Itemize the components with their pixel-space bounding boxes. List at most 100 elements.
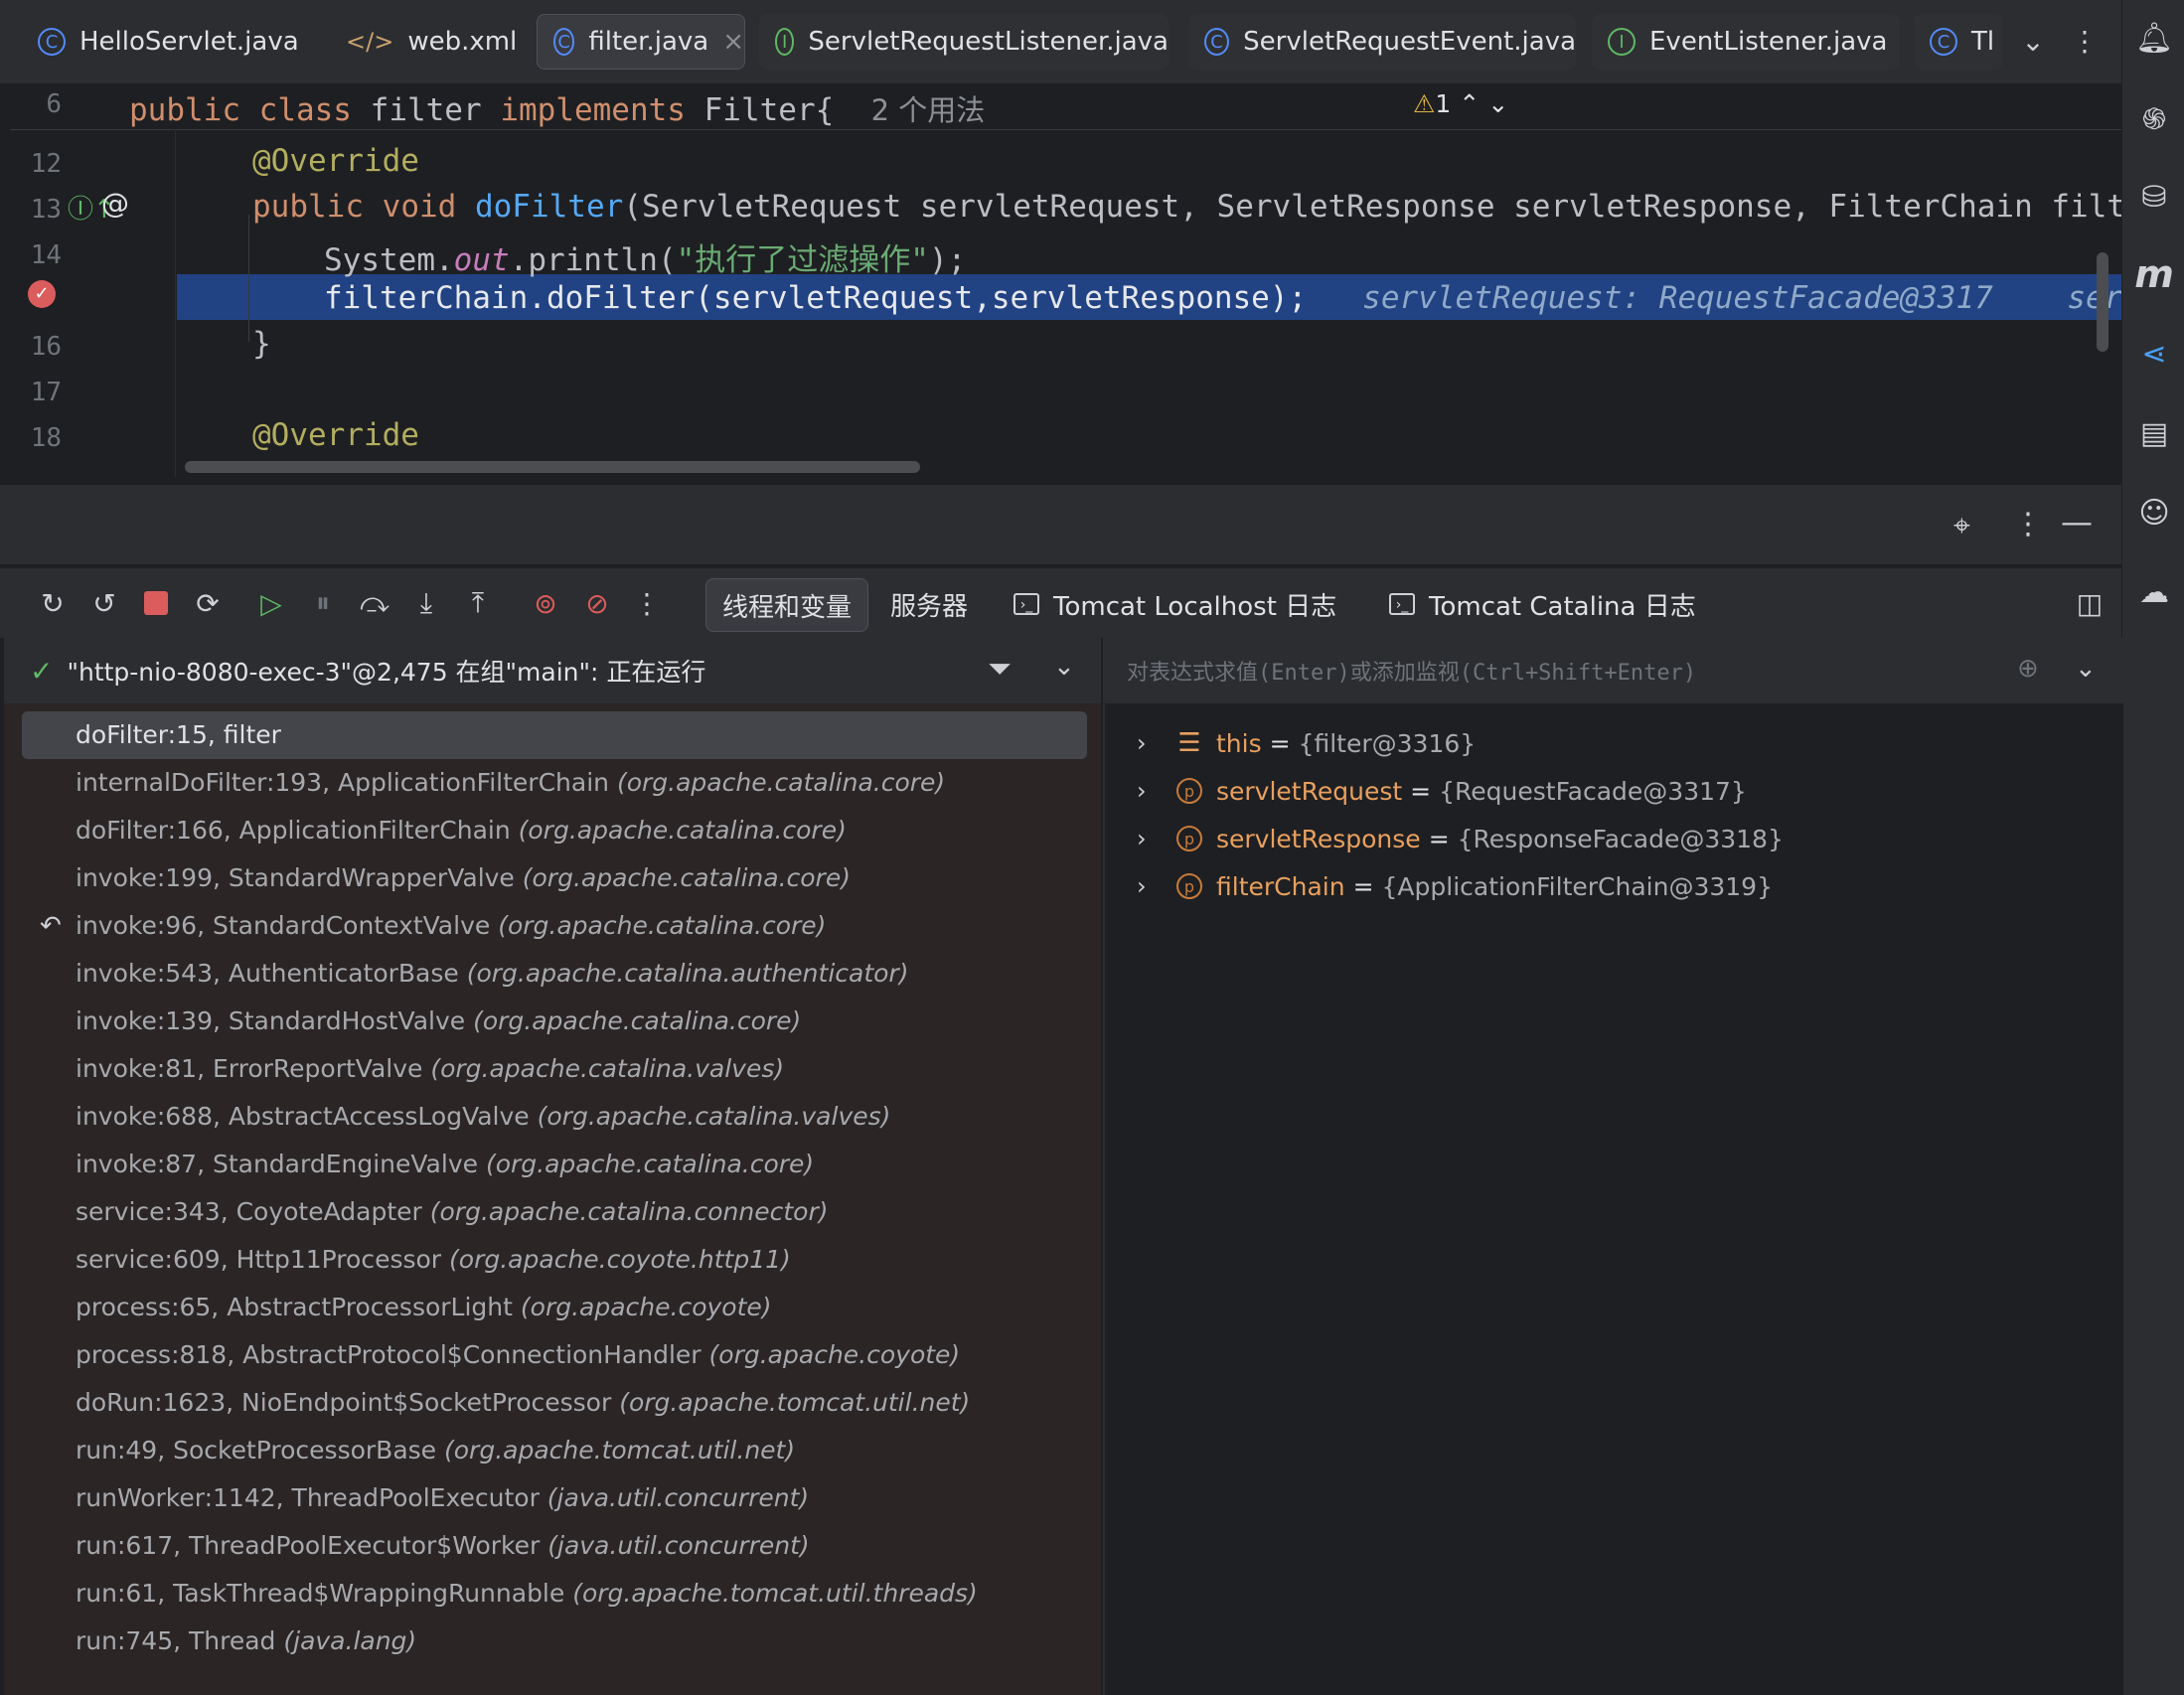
stack-frame[interactable]: invoke:87, StandardEngineValve (org.apac… (4, 1141, 1101, 1188)
stop-icon[interactable] (135, 582, 177, 624)
stack-frame[interactable]: run:745, Thread (java.lang) (4, 1618, 1101, 1665)
cloud-icon[interactable]: ☁ (2132, 570, 2176, 614)
close-icon[interactable]: × (722, 27, 744, 57)
variable-value: {ApplicationFilterChain@3319} (1381, 871, 1773, 901)
frame-package: (java.util.concurrent) (539, 1483, 810, 1512)
debug-tab[interactable]: ›_ Tomcat Catalina 日志 (1373, 578, 1712, 630)
debug-tab-label: Tomcat Catalina 日志 (1429, 591, 1696, 622)
stack-frame[interactable]: run:61, TaskThread$WrappingRunnable (org… (4, 1570, 1101, 1618)
variable-row[interactable]: › ☰ this = {filter@3316} (1137, 719, 1476, 767)
stack-frame[interactable]: process:818, AbstractProtocol$Connection… (4, 1331, 1101, 1379)
add-watch-icon[interactable]: ⊕ (2017, 654, 2039, 684)
variable-row[interactable]: › p filterChain = {ApplicationFilterChain@33… (1137, 862, 1773, 910)
editor-tab[interactable]: C ServletRequestEvent.java (1188, 14, 1576, 70)
stack-frame[interactable]: run:617, ThreadPoolExecutor$Worker (java… (4, 1522, 1101, 1570)
minimize-icon[interactable]: — (2061, 503, 2093, 540)
editor-tab[interactable]: I ServletRequestListener.java (759, 14, 1169, 70)
expand-chevron-icon[interactable]: › (1137, 777, 1176, 805)
evaluate-expression-field[interactable]: 对表达式求值(Enter)或添加监视(Ctrl+Shift+Enter) ⊕ ⌄ (1105, 638, 2123, 703)
stack-frame[interactable]: process:65, AbstractProcessorLight (org.… (4, 1284, 1101, 1331)
share-icon[interactable]: ⋖ (2132, 332, 2176, 376)
editor-tab[interactable]: </> web.xml (330, 14, 519, 70)
copilot-icon[interactable]: ☺ (2132, 491, 2176, 535)
usages-hint[interactable]: 2 个用法 (871, 93, 986, 127)
mute-breakpoints-icon[interactable]: ⊘ (576, 582, 618, 624)
stack-frame[interactable]: runWorker:1142, ThreadPoolExecutor (java… (4, 1474, 1101, 1522)
editor-tab[interactable]: Cfilter.java × (537, 14, 745, 70)
editor-tab-label: EventListener.java (1649, 27, 1888, 57)
frame-package: (org.apache.catalina.valves) (529, 1102, 891, 1131)
variable-value: {ResponseFacade@3318} (1457, 824, 1784, 853)
frame-method: invoke:81, ErrorReportValve (76, 1054, 423, 1083)
layout-icon[interactable]: ◫ (2069, 582, 2110, 624)
resume-icon[interactable]: ▷ (250, 582, 292, 624)
stack-frame[interactable]: invoke:139, StandardHostValve (org.apach… (4, 998, 1101, 1045)
structure-icon[interactable]: ▤ (2132, 411, 2176, 455)
stack-frame[interactable]: invoke:688, AbstractAccessLogValve (org.… (4, 1093, 1101, 1141)
variable-row[interactable]: › p servletResponse = {ResponseFacade@3318} (1137, 815, 1784, 862)
expand-chevron-icon[interactable]: › (1137, 872, 1176, 900)
chevron-down-icon[interactable]: ⌄ (2013, 18, 2053, 64)
more-options-icon[interactable]: ⋮ (2065, 18, 2105, 64)
stack-frame[interactable]: service:609, Http11Processor (org.apache… (4, 1236, 1101, 1284)
chevron-up-icon[interactable]: ⌃ (1459, 89, 1480, 118)
notifications-icon[interactable]: 🔔︎ (2132, 16, 2176, 60)
ai-assistant-icon[interactable]: ֍ (2132, 95, 2176, 139)
debug-tab[interactable]: 服务器 (874, 578, 984, 630)
frame-package: (org.apache.catalina.connector) (421, 1197, 829, 1226)
stack-frame[interactable]: invoke:543, AuthenticatorBase (org.apach… (4, 950, 1101, 998)
stack-frame[interactable]: internalDoFilter:193, ApplicationFilterC… (4, 759, 1101, 807)
database-icon[interactable]: ⛁ (2132, 175, 2176, 219)
debug-tab[interactable]: 线程和变量 (705, 578, 869, 632)
crosshair-icon[interactable]: ⌖ (1953, 509, 1970, 543)
equals-sign: = (1410, 776, 1432, 806)
editor-tab[interactable]: I EventListener.java (1592, 14, 1900, 70)
chevron-down-icon[interactable]: ⌄ (1487, 89, 1508, 118)
filter-icon[interactable]: ⏷ (988, 652, 1012, 687)
stack-frame[interactable]: run:49, SocketProcessorBase (org.apache.… (4, 1427, 1101, 1474)
editor-tab[interactable]: C HelloServlet.java (22, 14, 310, 70)
variable-value: {filter@3316} (1298, 728, 1477, 758)
stack-frame[interactable]: ↶ invoke:96, StandardContextValve (org.ap… (4, 902, 1101, 950)
stack-frame[interactable]: doFilter:166, ApplicationFilterChain (or… (4, 807, 1101, 854)
horizontal-scrollbar[interactable] (185, 461, 920, 473)
object-stack-icon: ☰ (1177, 728, 1201, 758)
class-icon: C (1930, 28, 1957, 56)
stack-frame[interactable]: doRun:1623, NioEndpoint$SocketProcessor … (4, 1379, 1101, 1427)
chevron-down-icon[interactable]: ⌄ (1053, 652, 1075, 682)
expand-chevron-icon[interactable]: › (1137, 729, 1176, 757)
stack-frames-list: doFilter:15, filter internalDoFilter:193,… (4, 711, 1101, 1665)
debug-tool-header: ⌖ ⋮ — (0, 485, 2121, 564)
stack-frame[interactable]: invoke:81, ErrorReportValve (org.apache.… (4, 1045, 1101, 1093)
frame-package: (org.apache.coyote) (512, 1293, 772, 1321)
stack-frame[interactable]: doFilter:15, filter (22, 711, 1087, 759)
drop-frame-icon[interactable]: ↶ (40, 902, 62, 950)
chevron-down-icon[interactable]: ⌄ (2075, 654, 2097, 684)
step-out-icon[interactable]: ⤒ (457, 582, 499, 624)
stack-frame[interactable]: service:343, CoyoteAdapter (org.apache.c… (4, 1188, 1101, 1236)
view-breakpoints-icon[interactable]: ⊚ (525, 582, 566, 624)
frame-method: run:49, SocketProcessorBase (76, 1436, 437, 1464)
restart-icon[interactable]: ⟳ (187, 582, 229, 624)
debug-tab[interactable]: ›_ Tomcat Localhost 日志 (998, 578, 1352, 630)
vertical-scrollbar[interactable] (2097, 252, 2108, 352)
rerun-icon[interactable]: ↻ (32, 582, 74, 624)
breakpoint-icon[interactable]: ✓ (28, 280, 56, 308)
code-editor[interactable]: 6 public class filter implements Filter{… (10, 83, 2121, 477)
editor-tab[interactable]: C Tl (1914, 14, 2003, 70)
more-icon[interactable]: ⋮ (626, 582, 668, 624)
variable-row[interactable]: › p servletRequest = {RequestFacade@3317} (1137, 767, 1747, 815)
maven-icon[interactable]: m (2132, 252, 2176, 296)
right-tool-strip: 🔔︎ ֍ ⛁ m ⋖ ▤ ☺ ☁ (2121, 0, 2184, 1695)
step-into-icon[interactable]: ⤓ (405, 582, 447, 624)
more-options-icon[interactable]: ⋮ (2013, 507, 2043, 541)
frame-method: process:65, AbstractProcessorLight (76, 1293, 513, 1321)
rerun-failed-icon[interactable]: ↺ (83, 582, 125, 624)
step-over-icon[interactable]: ⤼ (354, 582, 395, 624)
expand-chevron-icon[interactable]: › (1137, 825, 1176, 852)
thread-selector[interactable]: ✓ "http-nio-8080-exec-3"@2,475 在组"main":… (4, 638, 1101, 703)
frame-method: doFilter:166, ApplicationFilterChain (76, 816, 511, 845)
inspection-widget[interactable]: ⚠1 ⌃ ⌄ (1413, 89, 1508, 118)
pause-icon[interactable]: ⏸︎ (302, 582, 344, 624)
stack-frame[interactable]: invoke:199, StandardWrapperValve (org.ap… (4, 854, 1101, 902)
